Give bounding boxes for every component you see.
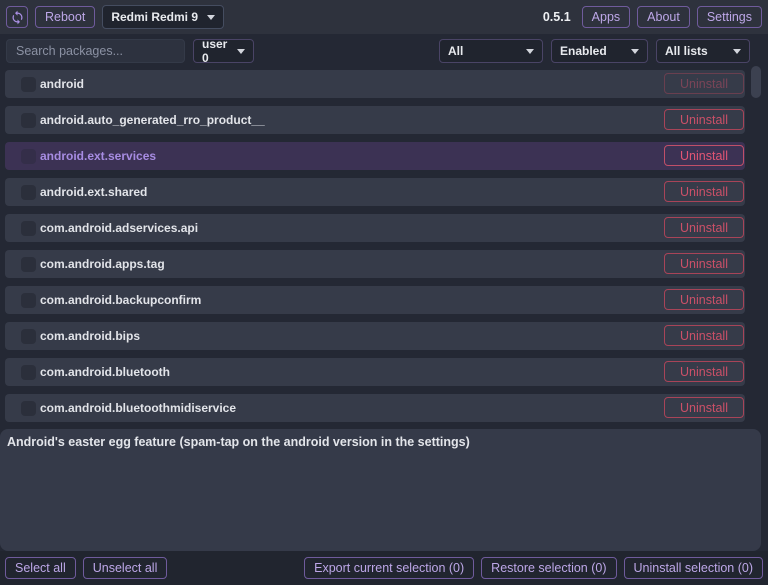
chevron-down-icon: [207, 14, 216, 20]
package-row[interactable]: com.android.bluetoothmidiservice Uninsta…: [5, 394, 745, 422]
package-checkbox[interactable]: [21, 292, 36, 308]
unselect-all-button[interactable]: Unselect all: [82, 557, 168, 579]
uninstall-button[interactable]: Uninstall: [664, 289, 744, 310]
uninstall-button[interactable]: Uninstall: [664, 181, 744, 202]
package-row[interactable]: android.auto_generated_rro_product__ Uni…: [5, 106, 745, 134]
uninstall-button[interactable]: Uninstall: [664, 325, 744, 346]
type-filter-dropdown[interactable]: All: [439, 39, 543, 63]
package-name: com.android.apps.tag: [40, 257, 165, 271]
chevron-down-icon: [631, 48, 639, 54]
package-list: android Uninstall android.auto_generated…: [0, 70, 768, 430]
user-dropdown[interactable]: user 0: [193, 37, 254, 65]
package-row[interactable]: com.android.apps.tag Uninstall: [5, 250, 745, 278]
uninstall-button[interactable]: Uninstall: [664, 397, 744, 418]
uninstall-selection-button[interactable]: Uninstall selection (0): [623, 557, 763, 579]
package-row[interactable]: android.ext.shared Uninstall: [5, 178, 745, 206]
package-row[interactable]: com.android.bips Uninstall: [5, 322, 745, 350]
uninstall-button[interactable]: Uninstall: [664, 217, 744, 238]
tab-about[interactable]: About: [637, 6, 690, 28]
uninstall-button[interactable]: Uninstall: [664, 145, 744, 166]
package-row[interactable]: com.android.adservices.api Uninstall: [5, 214, 745, 242]
device-dropdown-value: Redmi Redmi 9: [111, 10, 199, 24]
refresh-icon: [10, 10, 25, 25]
tab-apps[interactable]: Apps: [581, 6, 631, 28]
tab-settings[interactable]: Settings: [696, 6, 762, 28]
reboot-button[interactable]: Reboot: [35, 6, 96, 28]
package-row[interactable]: com.android.backupconfirm Uninstall: [5, 286, 745, 314]
restore-selection-button[interactable]: Restore selection (0): [481, 557, 617, 579]
type-filter-value: All: [448, 44, 464, 58]
package-name: com.android.backupconfirm: [40, 293, 202, 307]
uninstall-button[interactable]: Uninstall: [664, 361, 744, 382]
scrollbar-thumb[interactable]: [751, 66, 761, 98]
uninstall-button[interactable]: Uninstall: [664, 253, 744, 274]
device-dropdown[interactable]: Redmi Redmi 9: [102, 5, 225, 29]
user-dropdown-value: user 0: [202, 37, 228, 65]
uninstall-button[interactable]: Uninstall: [664, 73, 744, 94]
package-checkbox[interactable]: [21, 400, 36, 416]
state-filter-value: Enabled: [560, 44, 607, 58]
state-filter-dropdown[interactable]: Enabled: [551, 39, 648, 63]
package-checkbox[interactable]: [21, 256, 36, 272]
app-window: { "topbar": { "reboot_label": "Reboot", …: [0, 0, 768, 585]
app-version: 0.5.1: [542, 10, 571, 24]
chevron-down-icon: [237, 48, 245, 54]
package-name: com.android.adservices.api: [40, 221, 199, 235]
chevron-down-icon: [526, 48, 534, 54]
top-bar: Reboot Redmi Redmi 9 0.5.1 Apps About Se…: [0, 0, 768, 34]
package-name: com.android.bluetoothmidiservice: [40, 401, 237, 415]
uninstall-button[interactable]: Uninstall: [664, 109, 744, 130]
select-all-button[interactable]: Select all: [5, 557, 76, 579]
search-input[interactable]: [6, 39, 185, 63]
description-panel: Android's easter egg feature (spam-tap o…: [0, 429, 761, 551]
package-checkbox[interactable]: [21, 184, 36, 200]
footer-bar: Select all Unselect all Export current s…: [0, 551, 768, 585]
package-row[interactable]: com.android.bluetooth Uninstall: [5, 358, 745, 386]
export-selection-button[interactable]: Export current selection (0): [304, 557, 475, 579]
package-checkbox[interactable]: [21, 76, 36, 92]
list-filter-value: All lists: [665, 44, 708, 58]
package-checkbox[interactable]: [21, 220, 36, 236]
package-name: android.ext.services: [40, 149, 157, 163]
package-name: android.ext.shared: [40, 185, 148, 199]
package-checkbox[interactable]: [21, 148, 36, 164]
package-name: android: [40, 77, 84, 91]
package-name: android.auto_generated_rro_product__: [40, 113, 265, 127]
package-checkbox[interactable]: [21, 364, 36, 380]
chevron-down-icon: [733, 48, 741, 54]
list-filter-dropdown[interactable]: All lists: [656, 39, 750, 63]
package-row[interactable]: android.ext.services Uninstall: [5, 142, 745, 170]
package-name: com.android.bips: [40, 329, 141, 343]
filter-bar: user 0 All Enabled All lists: [0, 34, 768, 68]
package-checkbox[interactable]: [21, 112, 36, 128]
package-row[interactable]: android Uninstall: [5, 70, 745, 98]
refresh-button[interactable]: [6, 6, 28, 28]
package-name: com.android.bluetooth: [40, 365, 170, 379]
package-checkbox[interactable]: [21, 328, 36, 344]
